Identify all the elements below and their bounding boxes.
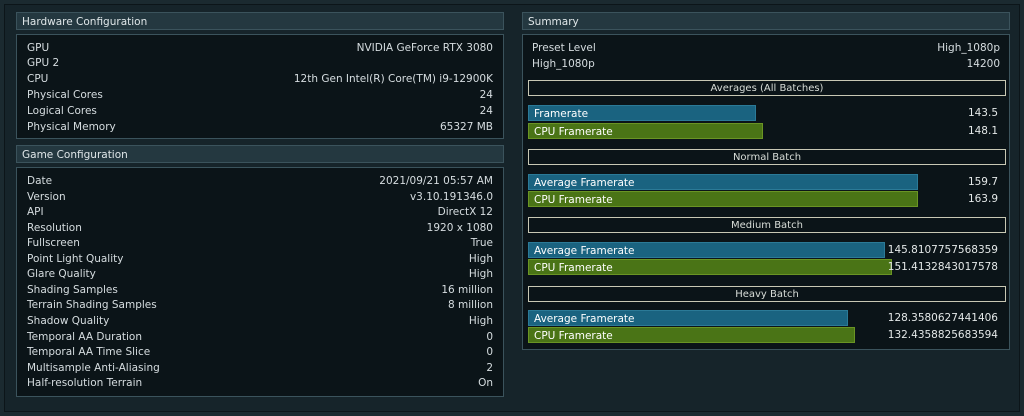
hw-row-physical-memory: Physical Memory 65327 MB: [17, 120, 503, 135]
game-value: v3.10.191346.0: [409, 191, 493, 203]
game-label: Terrain Shading Samples: [27, 299, 157, 311]
preset-value: High_1080p: [937, 42, 1000, 54]
average-framerate-bar: Average Framerate: [528, 174, 918, 190]
game-row-api: API DirectX 12: [17, 205, 503, 220]
summary-title: Summary: [522, 12, 1010, 30]
game-label: Shadow Quality: [27, 315, 110, 327]
game-row-temporal-aa-duration: Temporal AA Duration 0: [17, 330, 503, 345]
section-averages: Averages (All Batches): [528, 80, 1006, 96]
hw-value: 24: [479, 105, 493, 117]
bar-row: CPU Framerate 151.4132843017578: [528, 259, 998, 275]
game-config-panel: Date 2021/09/21 05:57 AM Version v3.10.1…: [16, 167, 504, 397]
bar-row: Average Framerate 159.7: [528, 174, 998, 190]
bar-row: Average Framerate 145.8107757568359: [528, 242, 998, 258]
hw-row-gpu: GPU NVIDIA GeForce RTX 3080: [17, 41, 503, 56]
game-label: Multisample Anti-Aliasing: [27, 362, 160, 374]
hw-value: 24: [479, 89, 493, 101]
bar-row: Framerate 143.5: [528, 105, 998, 121]
game-label: Glare Quality: [27, 268, 96, 280]
game-label: Temporal AA Time Slice: [27, 346, 151, 358]
game-row-temporal-aa-time-slice: Temporal AA Time Slice 0: [17, 345, 503, 360]
hw-value: 65327 MB: [439, 121, 493, 133]
game-row-version: Version v3.10.191346.0: [17, 190, 503, 205]
preset-label: Preset Level: [532, 42, 596, 54]
game-label: Resolution: [27, 222, 82, 234]
hw-label: GPU: [27, 42, 50, 54]
hardware-config-title: Hardware Configuration: [16, 12, 504, 30]
cpu-framerate-value: 132.4358825683594: [887, 329, 998, 341]
cpu-framerate-value: 163.9: [967, 193, 998, 205]
game-value: On: [478, 377, 493, 389]
cpu-framerate-bar: CPU Framerate: [528, 259, 892, 275]
cpu-framerate-value: 151.4132843017578: [887, 261, 998, 273]
game-label: API: [27, 206, 44, 218]
game-label: Fullscreen: [27, 237, 80, 249]
framerate-bar: Framerate: [528, 105, 756, 121]
game-value: 8 million: [448, 299, 493, 311]
bar-row: CPU Framerate 148.1: [528, 123, 998, 139]
game-row-shadow-quality: Shadow Quality High: [17, 314, 503, 329]
hw-row-logical-cores: Logical Cores 24: [17, 104, 503, 119]
game-value: DirectX 12: [437, 206, 493, 218]
preset-level-row: Preset Level High_1080p: [522, 41, 1010, 56]
game-row-terrain-shading-samples: Terrain Shading Samples 8 million: [17, 298, 503, 313]
hw-label: CPU: [27, 73, 49, 85]
game-label: Date: [27, 175, 53, 187]
game-value: 2021/09/21 05:57 AM: [379, 175, 493, 187]
score-row: High_1080p 14200: [522, 57, 1010, 72]
game-label: Version: [27, 191, 66, 203]
hardware-config-panel: GPU NVIDIA GeForce RTX 3080 GPU 2 CPU 12…: [16, 34, 504, 139]
game-value: 2: [486, 362, 493, 374]
hw-row-gpu2: GPU 2: [17, 56, 503, 71]
score-label: High_1080p: [532, 58, 595, 70]
cpu-framerate-bar: CPU Framerate: [528, 327, 855, 343]
game-label: Half-resolution Terrain: [27, 377, 143, 389]
framerate-value: 143.5: [967, 107, 998, 119]
game-label: Point Light Quality: [27, 253, 124, 265]
section-heavy-batch: Heavy Batch: [528, 286, 1006, 302]
game-row-glare-quality: Glare Quality High: [17, 267, 503, 282]
game-config-title: Game Configuration: [16, 145, 504, 163]
hw-value: NVIDIA GeForce RTX 3080: [356, 42, 493, 54]
bar-row: Average Framerate 128.3580627441406: [528, 310, 998, 326]
score-value: 14200: [966, 58, 1000, 70]
hw-label: Logical Cores: [27, 105, 97, 117]
section-normal-batch: Normal Batch: [528, 149, 1006, 165]
game-label: Temporal AA Duration: [27, 331, 143, 343]
average-framerate-value: 145.8107757568359: [887, 244, 998, 256]
game-row-fullscreen: Fullscreen True: [17, 236, 503, 251]
cpu-framerate-bar: CPU Framerate: [528, 191, 918, 207]
bar-row: CPU Framerate 132.4358825683594: [528, 327, 998, 343]
game-value: 1920 x 1080: [426, 222, 493, 234]
hw-value: 12th Gen Intel(R) Core(TM) i9-12900K: [293, 73, 493, 85]
cpu-framerate-bar: CPU Framerate: [528, 123, 763, 139]
hw-label: Physical Memory: [27, 121, 116, 133]
hw-label: GPU 2: [27, 57, 60, 69]
bar-row: CPU Framerate 163.9: [528, 191, 998, 207]
game-row-date: Date 2021/09/21 05:57 AM: [17, 174, 503, 189]
average-framerate-bar: Average Framerate: [528, 242, 885, 258]
game-value: 0: [486, 346, 493, 358]
hw-row-physical-cores: Physical Cores 24: [17, 88, 503, 103]
hw-row-cpu: CPU 12th Gen Intel(R) Core(TM) i9-12900K: [17, 72, 503, 87]
game-value: High: [468, 268, 493, 280]
section-medium-batch: Medium Batch: [528, 217, 1006, 233]
game-value: High: [468, 253, 493, 265]
game-row-half-resolution-terrain: Half-resolution Terrain On: [17, 376, 503, 391]
game-value: 16 million: [441, 284, 493, 296]
game-row-shading-samples: Shading Samples 16 million: [17, 283, 503, 298]
game-row-msaa: Multisample Anti-Aliasing 2: [17, 361, 503, 376]
game-row-resolution: Resolution 1920 x 1080: [17, 221, 503, 236]
game-label: Shading Samples: [27, 284, 118, 296]
hw-label: Physical Cores: [27, 89, 103, 101]
game-value: True: [470, 237, 493, 249]
game-value: 0: [486, 331, 493, 343]
game-value: High: [468, 315, 493, 327]
average-framerate-bar: Average Framerate: [528, 310, 848, 326]
cpu-framerate-value: 148.1: [967, 125, 998, 137]
game-row-point-light-quality: Point Light Quality High: [17, 252, 503, 267]
average-framerate-value: 128.3580627441406: [887, 312, 998, 324]
average-framerate-value: 159.7: [967, 176, 998, 188]
